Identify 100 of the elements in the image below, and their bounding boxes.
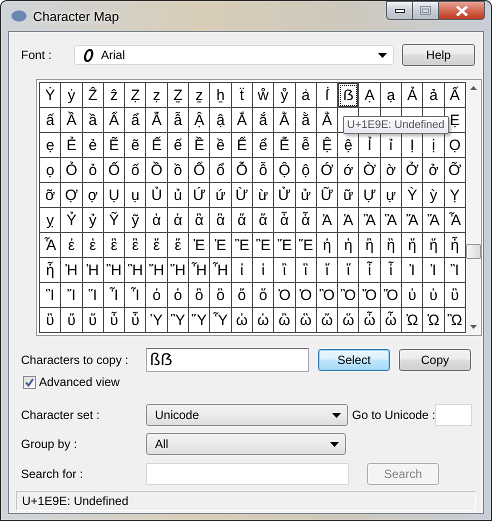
character-cell[interactable]: Ổ <box>189 158 210 183</box>
character-cell[interactable]: ẽ <box>125 133 146 158</box>
character-cell[interactable]: ẕ <box>189 83 210 108</box>
character-cell[interactable]: Ἱ <box>423 258 445 283</box>
character-cell[interactable]: ẩ <box>125 108 146 133</box>
character-cell[interactable]: ẛ <box>316 83 338 108</box>
character-cell[interactable]: ὧ <box>380 308 402 333</box>
character-cell[interactable]: Ὄ <box>359 283 381 308</box>
character-cell[interactable]: ẑ <box>104 83 126 108</box>
character-cell[interactable]: Ἵ <box>82 283 104 308</box>
character-cell[interactable]: ὠ <box>232 308 253 333</box>
character-cell[interactable]: Ẓ <box>125 83 146 108</box>
character-cell[interactable]: ố <box>125 158 146 183</box>
character-cell[interactable]: ị <box>423 133 445 158</box>
character-cell[interactable]: Ἕ <box>296 233 317 258</box>
character-cell[interactable]: ὦ <box>359 308 381 333</box>
character-cell[interactable]: Ẫ <box>146 108 168 133</box>
character-cell[interactable]: Ὅ <box>380 283 402 308</box>
character-cell[interactable]: ἅ <box>252 208 274 233</box>
character-cell[interactable]: Ἑ <box>210 233 232 258</box>
characters-to-copy-field[interactable]: ßẞ <box>146 348 309 372</box>
character-cell[interactable]: Ἄ <box>402 208 424 233</box>
character-cell[interactable]: ẖ <box>210 83 232 108</box>
character-cell[interactable]: ὁ <box>168 283 190 308</box>
maximize-button[interactable] <box>413 1 439 20</box>
character-cell[interactable]: ẙ <box>274 83 296 108</box>
character-cell[interactable]: ἷ <box>380 258 402 283</box>
character-cell[interactable]: ἰ <box>232 258 253 283</box>
character-cell[interactable]: ἐ <box>61 233 83 258</box>
character-cell[interactable]: ắ <box>252 108 274 133</box>
character-cell[interactable]: ể <box>252 133 274 158</box>
character-cell[interactable]: Ờ <box>359 158 381 183</box>
character-cell[interactable]: ἧ <box>40 258 62 283</box>
character-cell[interactable]: Ἣ <box>125 258 146 283</box>
character-cell[interactable]: Ầ <box>61 108 83 133</box>
character-cell[interactable]: ạ <box>380 83 402 108</box>
character-cell[interactable]: Ở <box>402 158 424 183</box>
character-cell[interactable]: ổ <box>210 158 232 183</box>
close-button[interactable] <box>439 1 485 20</box>
character-cell[interactable]: Ẽ <box>104 133 126 158</box>
character-cell[interactable]: Ớ <box>316 158 338 183</box>
character-cell[interactable]: ẘ <box>252 83 274 108</box>
scroll-thumb[interactable] <box>466 244 481 259</box>
character-cell[interactable]: Ỳ <box>402 183 424 208</box>
character-cell[interactable]: Ἒ <box>232 233 253 258</box>
character-cell[interactable]: ἲ <box>274 258 296 283</box>
character-cell[interactable]: Ấ <box>444 83 466 108</box>
character-cell[interactable]: Ἔ <box>274 233 296 258</box>
copy-button[interactable]: Copy <box>399 349 471 371</box>
character-cell[interactable]: ἤ <box>402 233 424 258</box>
character-cell[interactable]: Ệ <box>316 133 338 158</box>
character-cell[interactable]: ἳ <box>296 258 317 283</box>
character-cell[interactable]: Ὡ <box>423 308 445 333</box>
character-cell[interactable]: ẓ <box>146 83 168 108</box>
character-cell[interactable]: Ἴ <box>61 283 83 308</box>
character-cell[interactable]: ụ <box>125 183 146 208</box>
advanced-view-checkbox[interactable] <box>23 376 36 388</box>
character-cell[interactable]: Ọ <box>444 133 466 158</box>
character-cell[interactable]: Ỡ <box>444 158 466 183</box>
character-cell[interactable]: ằ <box>296 108 317 133</box>
character-cell[interactable]: Ể <box>232 133 253 158</box>
character-cell[interactable]: ả <box>423 83 445 108</box>
character-cell[interactable]: ὄ <box>232 283 253 308</box>
character-cell[interactable]: ὂ <box>189 283 210 308</box>
character-cell[interactable]: ẞ <box>338 83 360 108</box>
character-cell[interactable]: ὐ <box>402 283 424 308</box>
character-cell[interactable]: Ợ <box>61 183 83 208</box>
character-cell[interactable]: Ἷ <box>125 283 146 308</box>
character-cell[interactable]: ὀ <box>146 283 168 308</box>
character-cell[interactable]: Ὗ <box>210 308 232 333</box>
character-cell[interactable]: ἶ <box>359 258 381 283</box>
character-cell[interactable]: ὓ <box>40 308 62 333</box>
character-cell[interactable]: ọ <box>40 158 62 183</box>
character-cell[interactable]: Ỉ <box>359 133 381 158</box>
character-cell[interactable]: ẗ <box>232 83 253 108</box>
character-cell[interactable]: ự <box>380 183 402 208</box>
character-cell[interactable]: ỵ <box>40 208 62 233</box>
character-cell[interactable]: Ừ <box>232 183 253 208</box>
character-cell[interactable]: ữ <box>338 183 360 208</box>
minimize-button[interactable] <box>386 1 413 20</box>
character-cell[interactable]: ἁ <box>168 208 190 233</box>
character-cell[interactable]: Ἶ <box>104 283 126 308</box>
character-cell[interactable]: ὔ <box>61 308 83 333</box>
character-cell[interactable]: Ἅ <box>423 208 445 233</box>
character-cell[interactable]: Ứ <box>189 183 210 208</box>
character-cell[interactable]: ề <box>210 133 232 158</box>
character-cell[interactable]: ớ <box>338 158 360 183</box>
character-cell[interactable]: Ἀ <box>316 208 338 233</box>
character-cell[interactable]: ἄ <box>232 208 253 233</box>
character-cell[interactable]: Ị <box>402 133 424 158</box>
character-cell[interactable]: Ẩ <box>104 108 126 133</box>
character-cell[interactable]: Ὢ <box>444 308 466 333</box>
character-cell[interactable]: Ἤ <box>146 258 168 283</box>
character-cell[interactable]: Ἡ <box>82 258 104 283</box>
font-dropdown[interactable]: Arial <box>74 45 394 65</box>
character-cell[interactable]: ẏ <box>61 83 83 108</box>
character-cell[interactable]: ἔ <box>146 233 168 258</box>
character-set-dropdown[interactable]: Unicode <box>146 404 348 426</box>
character-cell[interactable]: ὤ <box>316 308 338 333</box>
character-cell[interactable]: ỹ <box>125 208 146 233</box>
